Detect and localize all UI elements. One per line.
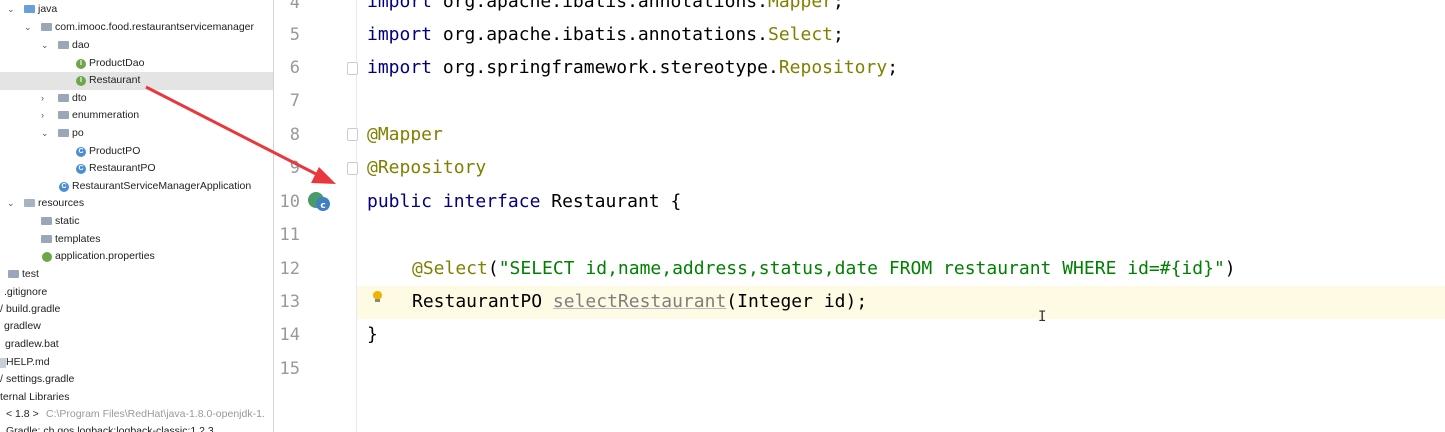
chevron-down-icon[interactable]: ⌄: [7, 1, 15, 19]
tree-item-dao[interactable]: ⌄ dao: [0, 37, 273, 55]
tree-item-external-libraries[interactable]: ternal Libraries: [0, 389, 273, 407]
tree-item-static[interactable]: static: [0, 213, 273, 231]
text-cursor-icon: I: [1038, 309, 1047, 325]
line-number: 6: [289, 58, 300, 78]
folder-icon: [41, 23, 52, 31]
tree-item-restaurantpo[interactable]: C RestaurantPO: [0, 160, 273, 178]
chevron-down-icon[interactable]: ⌄: [41, 125, 49, 143]
chevron-right-icon[interactable]: ›: [41, 90, 44, 108]
tree-item-productdao[interactable]: I ProductDao: [0, 55, 273, 73]
line-number: 12: [279, 259, 300, 279]
line-number: 10: [279, 192, 300, 212]
chevron-down-icon[interactable]: ⌄: [24, 19, 32, 37]
tree-item-restaurant[interactable]: I Restaurant: [0, 72, 273, 90]
code-line-9[interactable]: @Repository: [367, 157, 486, 178]
code-line-4[interactable]: import org.apache.ibatis.annotations.Map…: [367, 0, 844, 12]
folder-icon: [41, 235, 52, 243]
tree-item-build-gradle[interactable]: / build.gradle: [0, 301, 273, 319]
code-line-14[interactable]: }: [367, 324, 378, 345]
tree-item-templates[interactable]: templates: [0, 231, 273, 249]
code-line-12[interactable]: @Select("SELECT id,name,address,status,d…: [412, 258, 1236, 279]
tree-item-application-properties[interactable]: application.properties: [0, 248, 273, 266]
properties-icon: [42, 251, 52, 262]
tree-item-application[interactable]: C RestaurantServiceManagerApplication: [0, 178, 273, 196]
code-line-6[interactable]: import org.springframework.stereotype.Re…: [367, 57, 898, 78]
code-line-10[interactable]: public interface Restaurant {: [367, 191, 681, 212]
project-tree: ⌄ java ⌄ com.imooc.food.restaurantservic…: [0, 0, 274, 432]
tree-item-productpo[interactable]: C ProductPO: [0, 143, 273, 161]
tree-item-enummeration[interactable]: › enummeration: [0, 107, 273, 125]
tree-item-dto[interactable]: › dto: [0, 90, 273, 108]
line-number: 8: [289, 125, 300, 145]
folder-icon: [58, 94, 69, 102]
tree-item-package[interactable]: ⌄ com.imooc.food.restaurantservicemanage…: [0, 19, 273, 37]
spring-class-icon: C: [59, 181, 69, 192]
line-number: 11: [279, 225, 300, 245]
tree-item-jdk[interactable]: < 1.8 > C:\Program Files\RedHat\java-1.8…: [0, 406, 273, 424]
chevron-down-icon[interactable]: ⌄: [7, 195, 15, 213]
editor-gutter: 4 5 6 7 8 9 10 11 12 13 14 15: [274, 0, 358, 432]
tree-item-settings-gradle[interactable]: / settings.gradle: [0, 371, 273, 389]
class-icon: C: [76, 146, 86, 157]
spring-bean-icon[interactable]: c: [306, 190, 332, 214]
chevron-right-icon[interactable]: ›: [41, 107, 44, 125]
code-line-13[interactable]: RestaurantPO selectRestaurant(Integer id…: [412, 291, 867, 312]
tree-item-gitignore[interactable]: .gitignore: [0, 284, 273, 302]
folder-icon: [8, 270, 19, 278]
interface-icon: I: [76, 75, 86, 86]
code-line-5[interactable]: import org.apache.ibatis.annotations.Sel…: [367, 24, 844, 45]
folder-icon: [58, 129, 69, 137]
line-number: 4: [289, 0, 300, 13]
line-number: 5: [289, 25, 300, 45]
fold-marker-icon[interactable]: [347, 162, 358, 175]
tree-item-help[interactable]: HELP.md: [0, 354, 273, 372]
fold-marker-icon[interactable]: [347, 128, 358, 141]
line-number: 9: [289, 158, 300, 178]
tree-item-po[interactable]: ⌄ po: [0, 125, 273, 143]
tree-item-resources[interactable]: ⌄ resources: [0, 195, 273, 213]
class-icon: C: [76, 163, 86, 174]
folder-icon: [24, 5, 35, 13]
tree-item-gradlew-bat[interactable]: gradlew.bat: [0, 336, 273, 354]
tree-item-logback[interactable]: Gradle: ch.qos.logback:logback-classic:1…: [0, 423, 273, 432]
folder-icon: [58, 111, 69, 119]
chevron-down-icon[interactable]: ⌄: [41, 37, 49, 55]
line-number: 7: [289, 91, 300, 111]
line-number: 15: [279, 359, 300, 379]
line-number: 13: [279, 292, 300, 312]
tree-item-test[interactable]: test: [0, 266, 273, 284]
folder-icon: [58, 41, 69, 49]
fold-marker-icon[interactable]: [347, 62, 358, 75]
folder-icon: [41, 217, 52, 225]
tree-item-java[interactable]: ⌄ java: [0, 1, 273, 19]
code-line-8[interactable]: @Mapper: [367, 124, 443, 145]
interface-icon: I: [76, 58, 86, 69]
folder-icon: [24, 199, 35, 207]
svg-text:c: c: [320, 201, 325, 211]
lightbulb-icon[interactable]: [373, 291, 382, 302]
line-number: 14: [279, 325, 300, 345]
tree-item-gradlew[interactable]: gradlew: [0, 318, 273, 336]
